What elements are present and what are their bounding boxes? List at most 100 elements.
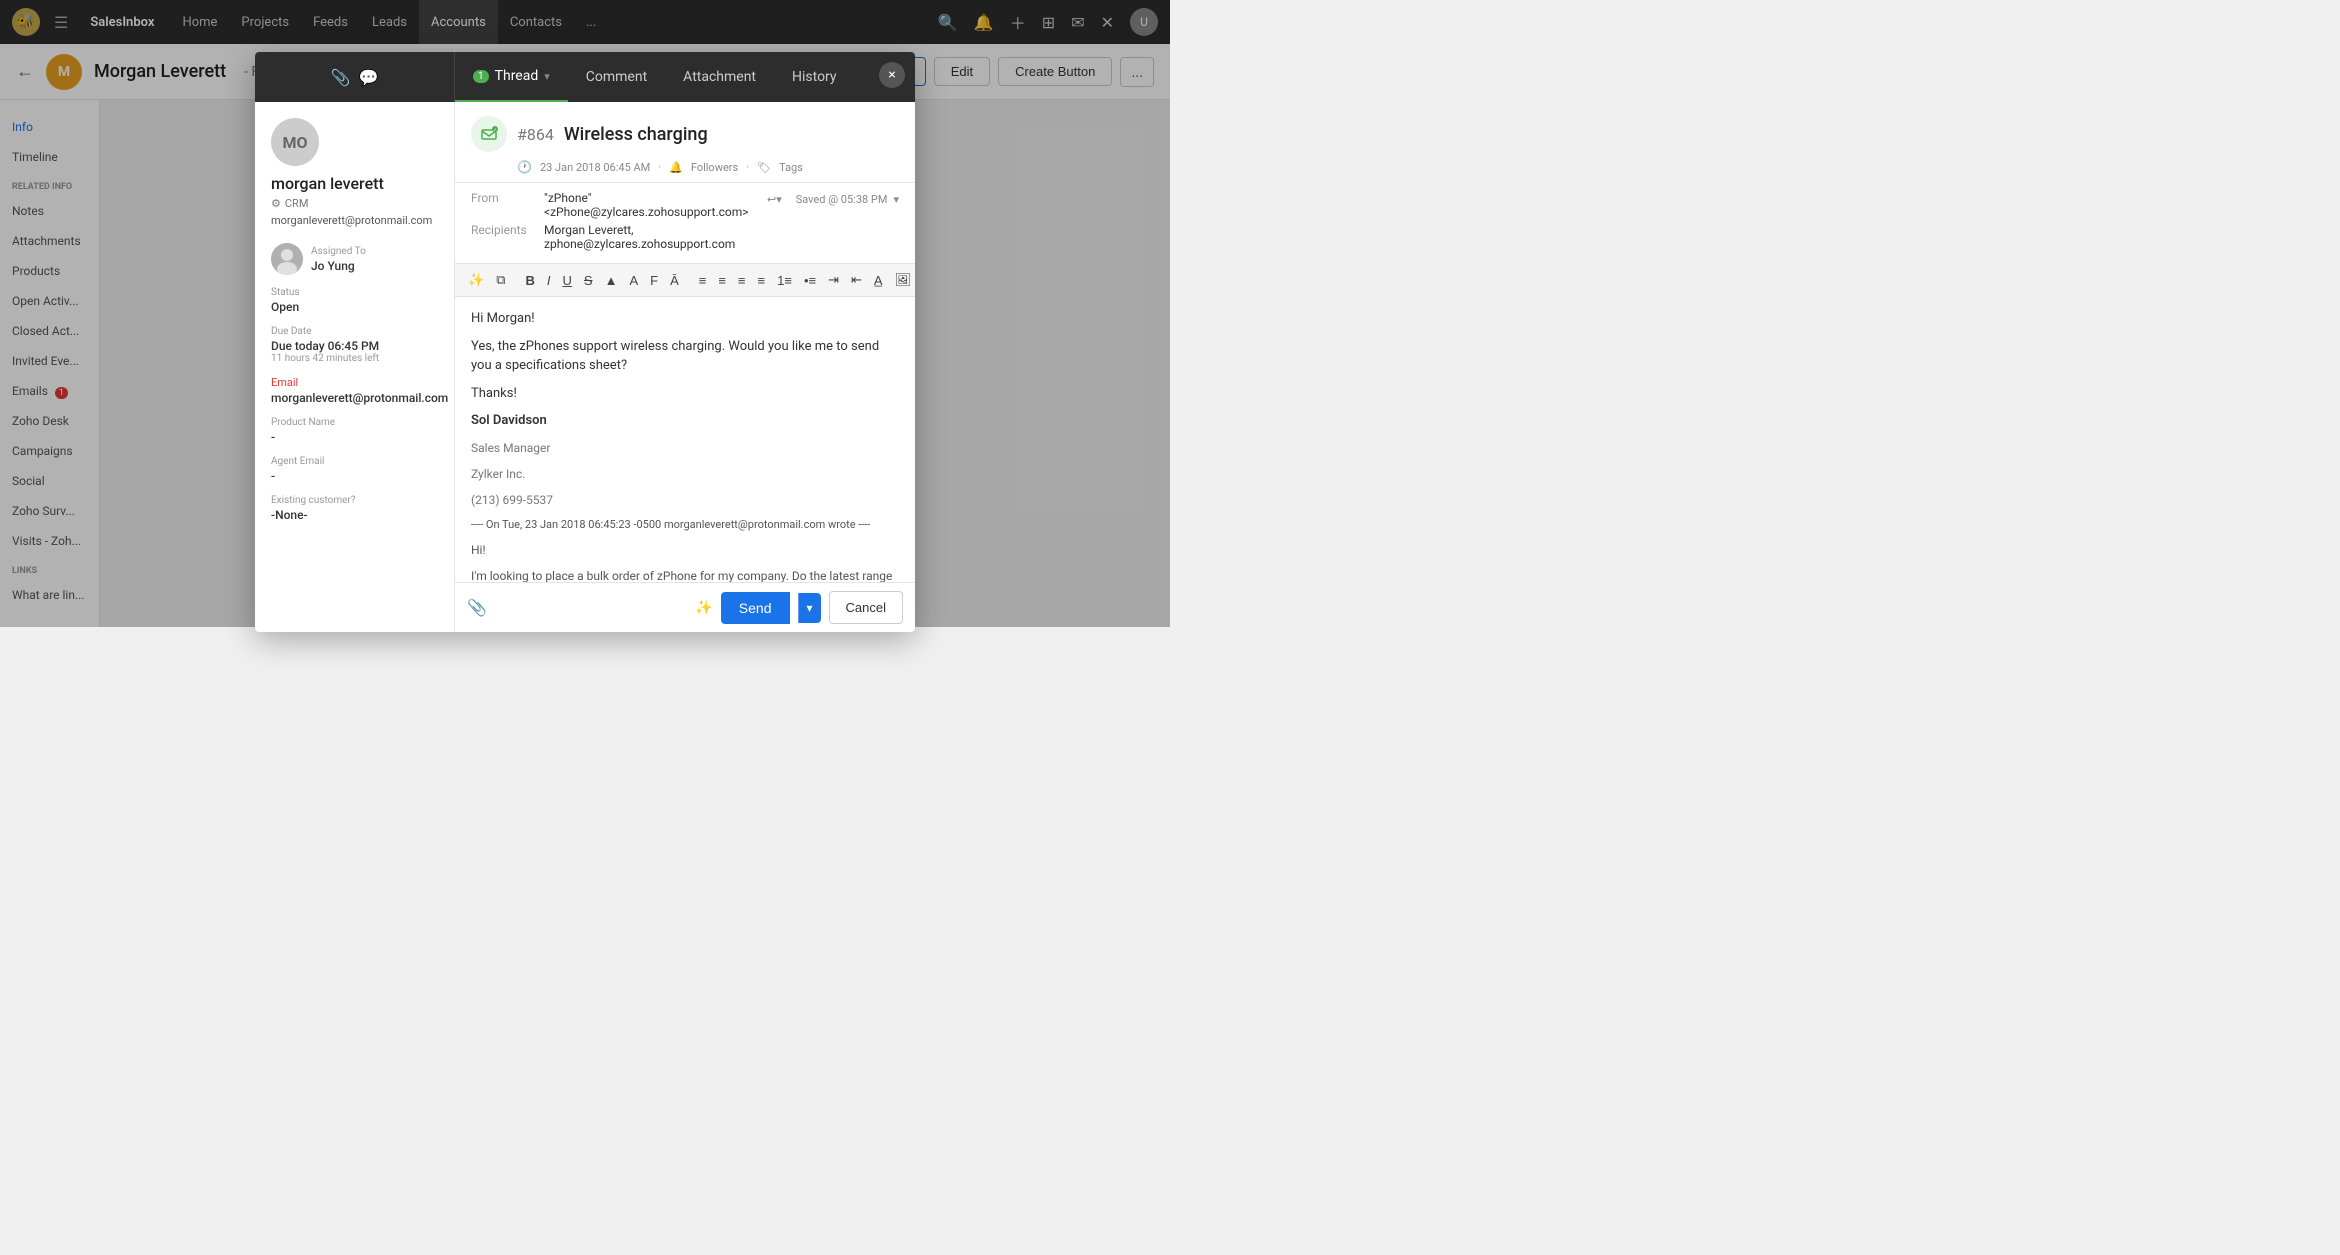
toolbar-size-btn[interactable]: Ā — [665, 269, 684, 292]
email-subject-avatar: ✓ — [471, 116, 507, 152]
svg-text:✓: ✓ — [494, 127, 497, 132]
modal-contact-panel: MO morgan leverett ⚙ CRM morganleverett@… — [255, 102, 455, 632]
email-body[interactable]: Hi Morgan! Yes, the zPhones support wire… — [455, 297, 915, 582]
toolbar-ol-btn[interactable]: 1≡ — [772, 269, 797, 292]
email-modal: 📎 💬 1 Thread ▾ Comment Attachment — [255, 52, 915, 632]
paperclip-icon[interactable]: 📎 — [331, 68, 351, 87]
send-label: Send — [739, 600, 772, 616]
product-field: Product Name - — [271, 417, 438, 444]
agent-email-value: - — [271, 469, 438, 483]
comment-tab-label: Comment — [586, 69, 647, 85]
email-subject-bar: ✓ #864 Wireless charging 🕐 23 Jan 2018 0… — [455, 102, 915, 183]
email-subject-num: #864 — [517, 125, 554, 144]
toolbar-align-justify-btn[interactable]: ≡ — [753, 269, 771, 292]
send-dropdown-button[interactable]: ▾ — [798, 593, 821, 623]
status-value: Open — [271, 300, 438, 314]
modal-email-panel: ✓ #864 Wireless charging 🕐 23 Jan 2018 0… — [455, 102, 915, 632]
toolbar-align-right-btn[interactable]: ≡ — [733, 269, 751, 292]
status-field: Status Open — [271, 287, 438, 314]
product-value: - — [271, 430, 438, 444]
footer-attach-icon[interactable]: 📎 — [467, 598, 487, 617]
toolbar-magic-btn[interactable]: ✨ — [463, 268, 489, 292]
tags-label[interactable]: Tags — [779, 161, 803, 174]
toolbar-align-left-btn[interactable]: ≡ — [694, 269, 712, 292]
email-from-actions: ↩▾ Saved @ 05:38 PM ▾ — [767, 193, 899, 206]
attachment-tab-label: Attachment — [683, 69, 756, 85]
status-label: Status — [271, 287, 438, 298]
recipients-row: Recipients Morgan Leverett, zphone@zylca… — [471, 223, 767, 251]
modal-header-left: 📎 💬 — [255, 52, 455, 102]
email-field-label: Email — [271, 376, 438, 389]
toolbar-font-btn[interactable]: F — [645, 269, 663, 292]
toolbar-indent-btn[interactable]: ⇥ — [823, 268, 844, 292]
sig-title: Sales Manager — [471, 439, 899, 457]
due-date-sub: 11 hours 42 minutes left — [271, 353, 438, 364]
contact-info-name: morgan leverett — [271, 174, 438, 193]
assigned-name: Jo Yung — [311, 259, 366, 273]
thread-badge: 1 — [473, 70, 489, 83]
tab-attachment[interactable]: Attachment — [665, 52, 774, 102]
toolbar-underline-btn[interactable]: U — [558, 269, 577, 292]
saved-time: Saved @ 05:38 PM — [796, 193, 888, 206]
followers-label[interactable]: Followers — [691, 161, 738, 174]
product-label: Product Name — [271, 417, 438, 428]
original-body: I'm looking to place a bulk order of zPh… — [471, 567, 899, 582]
toolbar-italic-btn[interactable]: I — [542, 269, 556, 292]
toolbar-highlight-btn[interactable]: ▲ — [600, 269, 623, 292]
existing-customer-label: Existing customer? — [271, 495, 438, 506]
due-date-value: Due today 06:45 PM — [271, 339, 438, 353]
existing-customer-value: -None- — [271, 508, 438, 522]
from-label: From — [471, 191, 536, 219]
email-subject-text: Wireless charging — [564, 124, 708, 145]
chat-icon[interactable]: 💬 — [359, 68, 379, 87]
toolbar-ul-btn[interactable]: •≡ — [799, 269, 821, 292]
toolbar-copy-btn[interactable]: ⧉ — [491, 268, 510, 292]
due-date-label: Due Date — [271, 326, 438, 337]
body-main: Yes, the zPhones support wireless chargi… — [471, 337, 899, 376]
original-hi: Hi! — [471, 541, 899, 559]
agent-email-field: Agent Email - — [271, 456, 438, 483]
recipients-value: Morgan Leverett, zphone@zylcares.zohosup… — [544, 223, 767, 251]
toolbar-text-color-btn[interactable]: A̲ — [869, 269, 888, 292]
tab-history[interactable]: History — [774, 52, 855, 102]
modal-tabs: 1 Thread ▾ Comment Attachment History — [455, 52, 915, 102]
due-date-field: Due Date Due today 06:45 PM 11 hours 42 … — [271, 326, 438, 364]
toolbar-align-center-btn[interactable]: ≡ — [713, 269, 731, 292]
modal-header: 📎 💬 1 Thread ▾ Comment Attachment — [255, 52, 915, 102]
email-subject-row: ✓ #864 Wireless charging — [471, 116, 899, 152]
toolbar-outdent-btn[interactable]: ⇤ — [846, 268, 867, 292]
toolbar-strikethrough-btn[interactable]: S — [579, 269, 598, 292]
email-footer: 📎 ✨ Send ▾ Cancel — [455, 582, 915, 632]
agent-email-label: Agent Email — [271, 456, 438, 467]
toolbar-bold-btn[interactable]: B — [520, 269, 539, 292]
tab-thread[interactable]: 1 Thread ▾ — [455, 52, 568, 102]
contact-info-email: morganleverett@protonmail.com — [271, 214, 438, 227]
email-meta: 🕐 23 Jan 2018 06:45 AM · 🔔 Followers · 🏷… — [471, 160, 899, 174]
tab-comment[interactable]: Comment — [568, 52, 665, 102]
modal-overlay: 📎 💬 1 Thread ▾ Comment Attachment — [0, 0, 1170, 627]
sig-company: Zylker Inc. — [471, 465, 899, 483]
editor-toolbar: ✨ ⧉ B I U S ▲ A F Ā ≡ ≡ ≡ — [455, 264, 915, 297]
contact-info-crm: ⚙ CRM — [271, 197, 438, 210]
toolbar-image-btn[interactable]: 🖼 — [890, 268, 915, 292]
reply-divider: ---- On Tue, 23 Jan 2018 06:45:23 -0500 … — [471, 517, 899, 534]
email-field-value: morganleverett@protonmail.com — [271, 391, 438, 405]
sparkle-icon: ✨ — [695, 600, 712, 616]
history-tab-label: History — [792, 69, 837, 85]
main-layout: Info Timeline RELATED INFO Notes Attachm… — [0, 100, 1170, 627]
assigned-label: Assigned To — [311, 246, 366, 257]
from-value: "zPhone"<zPhone@zylcares.zohosupport.com… — [544, 191, 767, 219]
contact-info-avatar: MO — [271, 118, 319, 166]
toolbar-color-btn[interactable]: A — [624, 269, 643, 292]
cancel-button[interactable]: Cancel — [829, 591, 903, 624]
send-button[interactable]: Send — [721, 592, 790, 624]
email-from-bar: From "zPhone"<zPhone@zylcares.zohosuppor… — [455, 183, 915, 264]
recipients-label: Recipients — [471, 223, 536, 251]
body-greeting: Hi Morgan! — [471, 309, 899, 329]
modal-body: MO morgan leverett ⚙ CRM morganleverett@… — [255, 102, 915, 632]
body-thanks: Thanks! — [471, 384, 899, 404]
assigned-avatar — [271, 243, 303, 275]
assigned-to-row: Assigned To Jo Yung — [271, 243, 438, 275]
close-button[interactable]: × — [879, 62, 905, 88]
email-field: Email morganleverett@protonmail.com — [271, 376, 438, 405]
